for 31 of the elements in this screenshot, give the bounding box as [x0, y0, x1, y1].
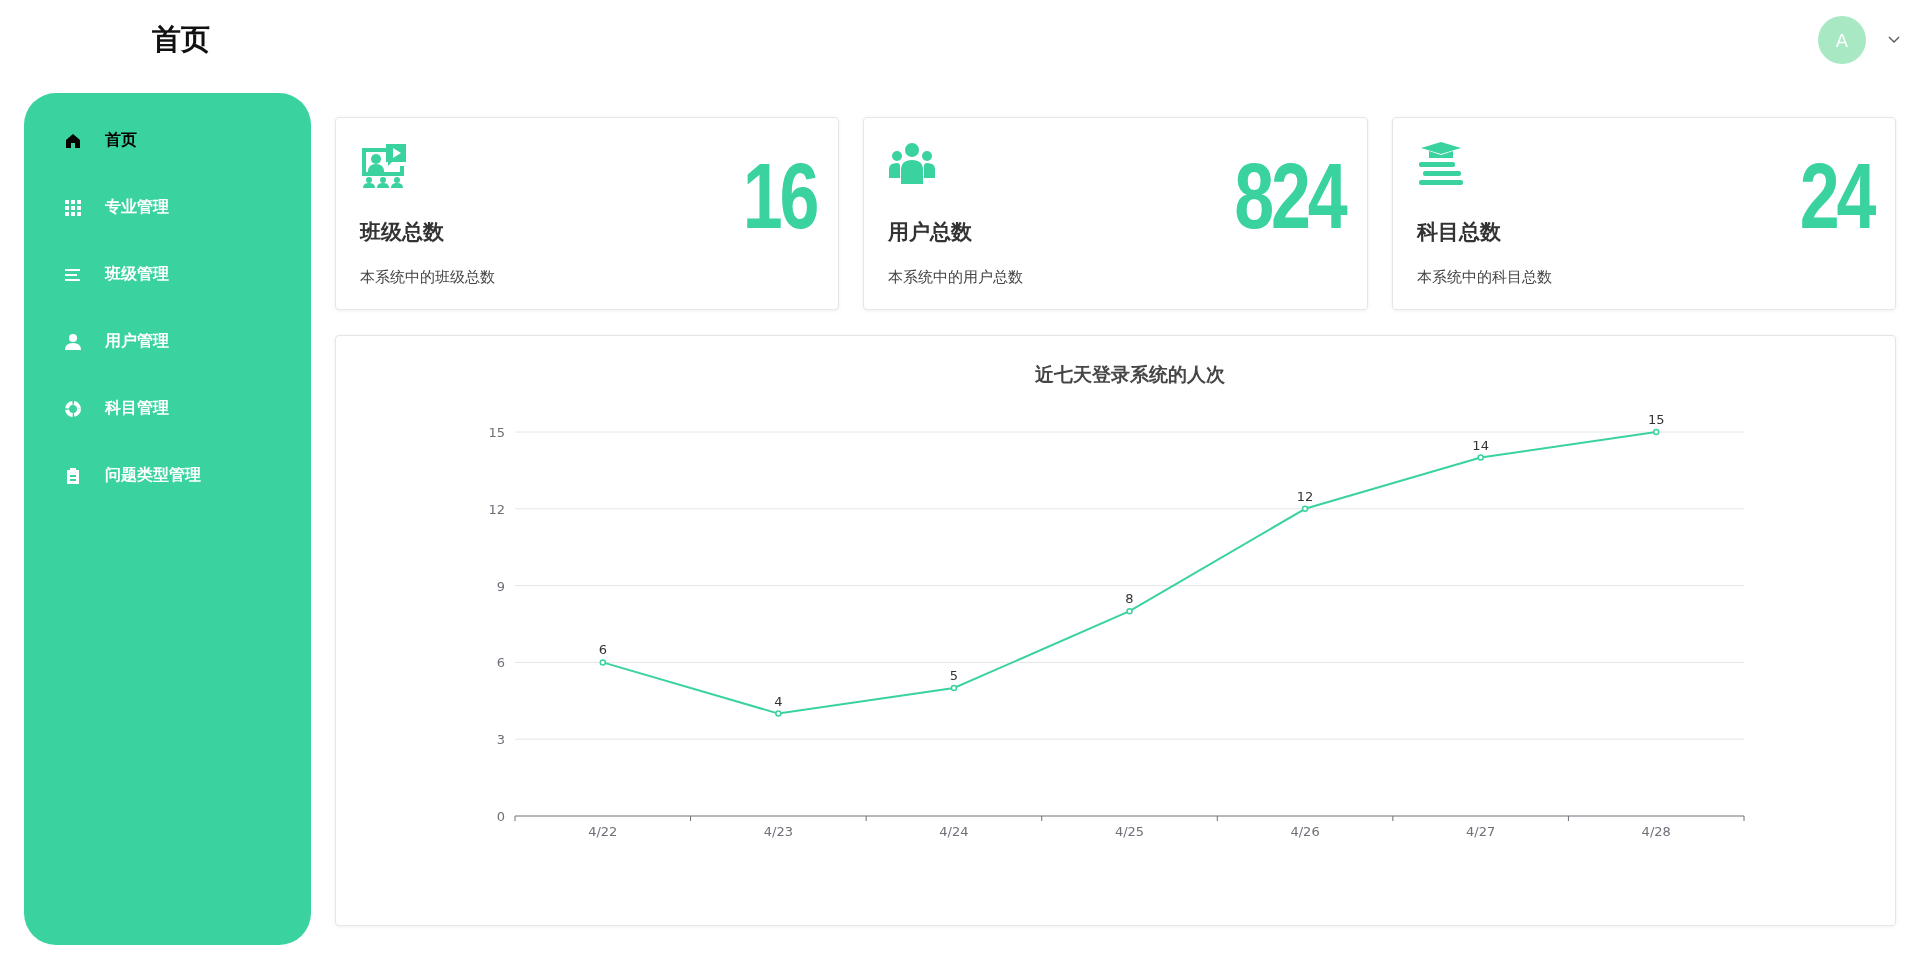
- stat-title: 班级总数: [360, 219, 445, 246]
- x-axis-label: 4/24: [939, 824, 969, 839]
- stat-description: 本系统中的班级总数: [360, 268, 496, 287]
- y-axis-label: 9: [496, 578, 505, 594]
- x-axis-label: 4/28: [1641, 824, 1671, 839]
- data-label: 6: [598, 642, 607, 658]
- data-label: 5: [949, 668, 959, 683]
- stat-value: 16: [742, 150, 817, 242]
- x-axis-label: 4/23: [763, 824, 793, 839]
- x-axis-label: 4/26: [1290, 824, 1320, 839]
- y-axis-label: 6: [496, 655, 505, 671]
- y-axis-label: 15: [488, 425, 505, 440]
- stat-title: 科目总数: [1416, 219, 1502, 246]
- data-label: 15: [1647, 412, 1665, 427]
- x-axis-label: 4/22: [588, 824, 618, 839]
- y-axis-label: 3: [496, 732, 505, 748]
- data-label: 8: [1125, 591, 1134, 607]
- data-label: 14: [1472, 437, 1489, 453]
- y-axis-label: 12: [488, 501, 505, 517]
- data-label: 12: [1296, 488, 1314, 504]
- x-axis-label: 4/25: [1114, 824, 1145, 839]
- stat-value: 24: [1799, 150, 1873, 242]
- chart-title: 近七天登录系统的人次: [1034, 363, 1225, 385]
- y-axis-label: 0: [496, 809, 505, 824]
- page-title: 首页: [152, 21, 211, 58]
- data-label: 4: [774, 693, 783, 709]
- stat-description: 本系统中的科目总数: [1416, 268, 1553, 287]
- stat-value: 824: [1234, 150, 1345, 242]
- stat-description: 本系统中的用户总数: [888, 268, 1025, 287]
- stat-title: 用户总数: [888, 219, 974, 246]
- x-axis-label: 4/27: [1466, 824, 1496, 839]
